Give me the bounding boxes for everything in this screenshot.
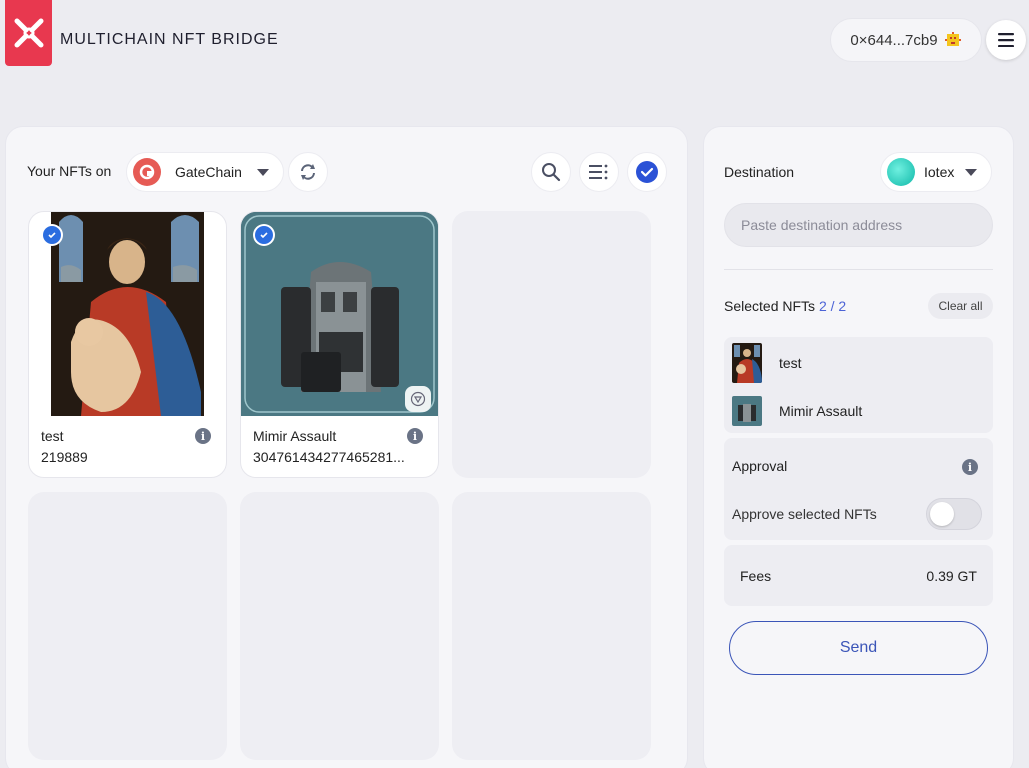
- select-all-button[interactable]: [627, 152, 667, 192]
- fees-section: Fees 0.39 GT: [724, 545, 993, 606]
- list-icon: [589, 164, 608, 180]
- selected-thumb-test: [732, 343, 762, 383]
- nft-card-placeholder: [28, 492, 227, 760]
- wallet-avatar-icon: [944, 32, 961, 46]
- menu-button[interactable]: [986, 20, 1026, 60]
- nft-id: 219889: [41, 449, 88, 465]
- clear-all-button[interactable]: Clear all: [928, 293, 993, 319]
- refresh-icon: [301, 164, 315, 180]
- selected-thumb-mimir-assault: [732, 396, 762, 426]
- refresh-button[interactable]: [288, 152, 328, 192]
- approval-section: Approval i Approve selected NFTs: [724, 438, 993, 540]
- destination-label: Destination: [724, 164, 795, 180]
- nft-card-test[interactable]: test 219889 i: [28, 211, 227, 478]
- destination-chain-select[interactable]: Iotex: [880, 152, 992, 192]
- chevron-down-icon: [965, 169, 977, 176]
- wallet-button[interactable]: 0×644...7cb9: [830, 18, 982, 62]
- search-button[interactable]: [531, 152, 571, 192]
- nft-card-placeholder: [452, 492, 651, 760]
- list-view-button[interactable]: [579, 152, 619, 192]
- search-icon: [542, 163, 561, 182]
- destination-chain-name: Iotex: [924, 164, 955, 180]
- divider: [724, 269, 993, 270]
- logo-icon: [14, 18, 43, 48]
- brand-title: MULTICHAIN NFT BRIDGE: [60, 31, 279, 48]
- transfer-panel: Destination Iotex Selected NFTs 2 / 2 Cl…: [703, 126, 1014, 768]
- approve-toggle[interactable]: [926, 498, 982, 530]
- info-icon[interactable]: i: [962, 459, 978, 475]
- nft-card-placeholder: [240, 492, 439, 760]
- selected-count: 2 / 2: [818, 298, 847, 314]
- approval-title: Approval: [732, 458, 788, 474]
- info-icon[interactable]: i: [407, 428, 423, 444]
- source-chain-name: GateChain: [175, 164, 242, 180]
- info-icon[interactable]: i: [195, 428, 211, 444]
- iotex-icon: [887, 158, 915, 186]
- toggle-knob: [930, 502, 954, 526]
- nft-panel: Your NFTs on GateChain test 219889 i Mim…: [5, 126, 688, 768]
- nft-card-placeholder: [452, 211, 651, 478]
- gatechain-icon: [133, 158, 161, 186]
- fees-label: Fees: [740, 568, 772, 584]
- selected-item-test[interactable]: test: [732, 343, 802, 383]
- selected-nfts-list: test Mimir Assault: [724, 337, 993, 433]
- hamburger-icon: [998, 33, 1014, 47]
- nft-card-mimir-assault[interactable]: Mimir Assault 304761434277465281... i: [240, 211, 439, 478]
- wallet-address: 0×644...7cb9: [850, 31, 938, 49]
- fees-value: 0.39 GT: [926, 568, 977, 584]
- destination-address-input[interactable]: [724, 203, 993, 247]
- selected-nfts-label: Selected NFTs 2 / 2: [724, 298, 847, 314]
- nft-name: test: [41, 428, 64, 444]
- selected-item-name: Mimir Assault: [779, 403, 863, 419]
- your-nfts-label: Your NFTs on: [27, 163, 112, 179]
- nft-name: Mimir Assault: [253, 428, 337, 444]
- nft-id: 304761434277465281...: [253, 449, 405, 465]
- chain-badge-icon: [405, 386, 431, 412]
- selected-item-name: test: [779, 355, 802, 371]
- check-circle-icon: [636, 161, 658, 183]
- selected-check-icon[interactable]: [41, 224, 63, 246]
- app-logo[interactable]: [5, 0, 52, 66]
- send-button[interactable]: Send: [729, 621, 988, 675]
- selected-check-icon[interactable]: [253, 224, 275, 246]
- selected-item-mimir-assault[interactable]: Mimir Assault: [732, 391, 862, 431]
- source-chain-select[interactable]: GateChain: [126, 152, 284, 192]
- chevron-down-icon: [257, 169, 269, 176]
- approve-label: Approve selected NFTs: [732, 506, 877, 522]
